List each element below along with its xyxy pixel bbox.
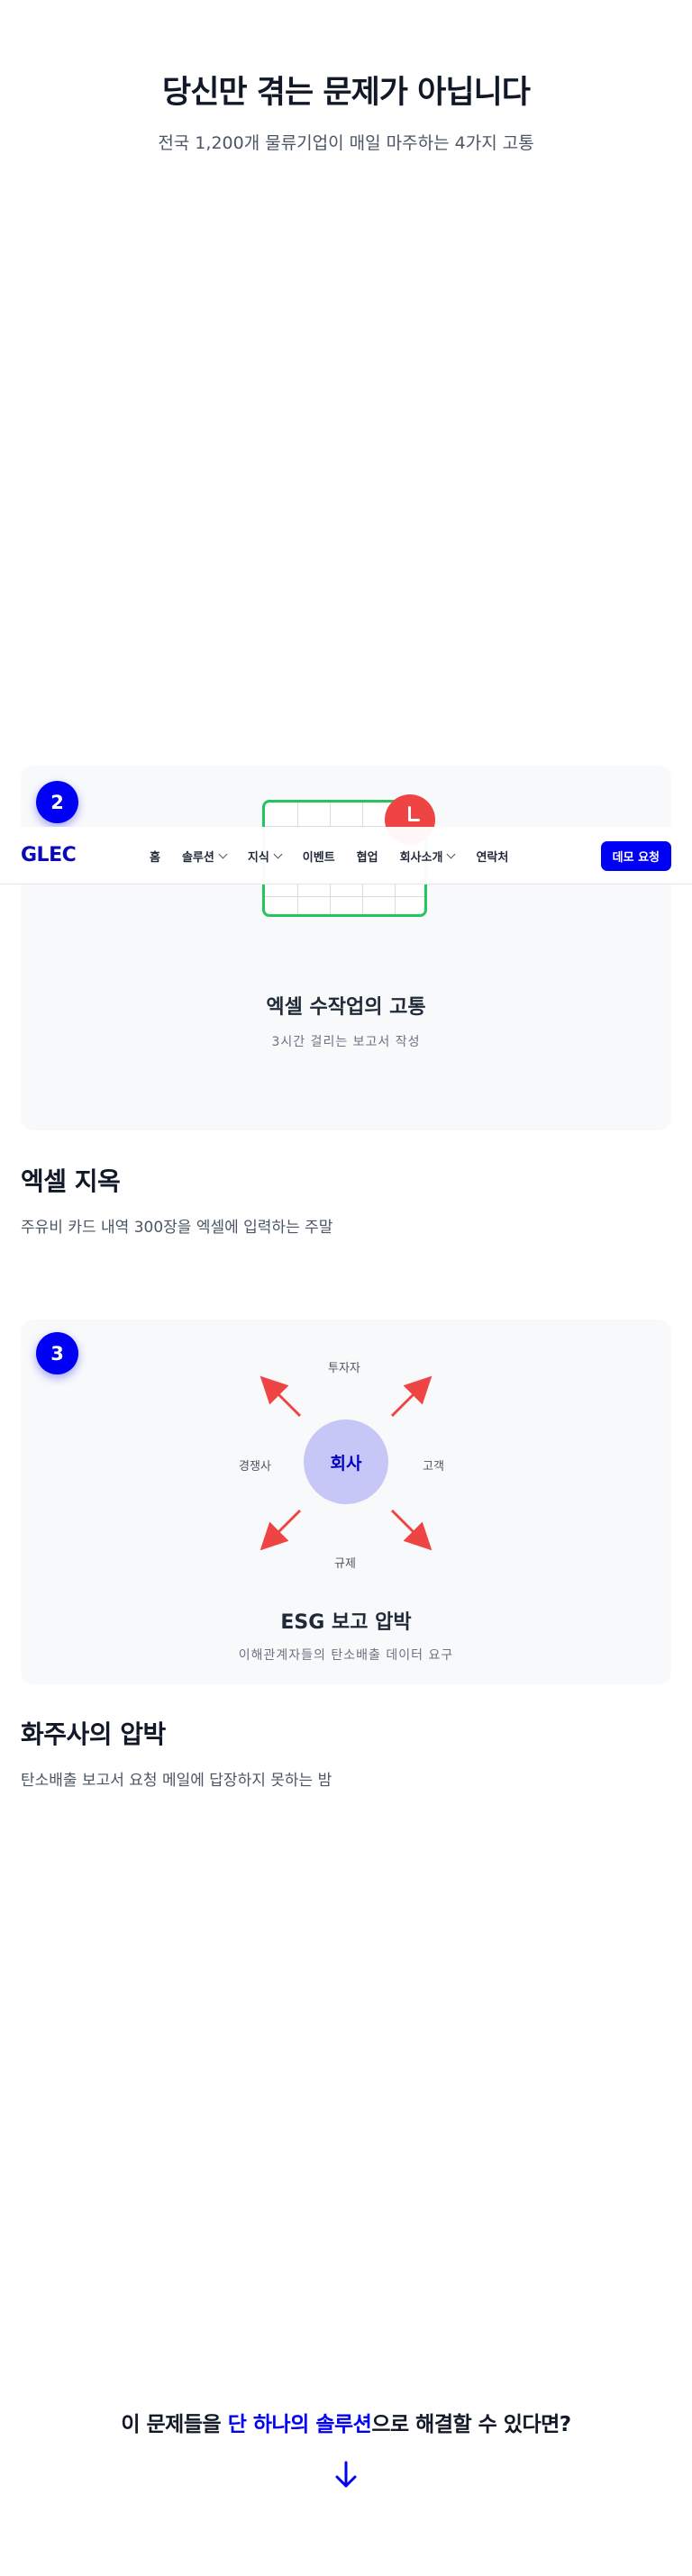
section-title-excel: 엑셀 지옥 xyxy=(21,1166,121,1196)
nav-label: 협업 xyxy=(356,850,378,865)
chevron-down-icon xyxy=(273,849,283,858)
node-investor: 투자자 xyxy=(328,1362,360,1375)
nav-label: 홈 xyxy=(150,850,160,865)
chevron-down-icon xyxy=(446,849,456,858)
nav-item-about[interactable]: 회사소개 xyxy=(399,848,456,865)
nav-item-partnership[interactable]: 협업 xyxy=(357,848,378,865)
card-number-badge: 2 xyxy=(36,781,78,823)
arrow-down-icon[interactable] xyxy=(330,2459,362,2491)
hero-title: 당신만 겪는 문제가 아닙니다 xyxy=(162,75,531,111)
nav-item-knowledge[interactable]: 지식 xyxy=(247,848,283,865)
arrow-bottom-right xyxy=(390,1509,432,1551)
nav-item-events[interactable]: 이벤트 xyxy=(303,848,335,865)
nav-label: 지식 xyxy=(247,850,269,865)
arrow-top-left xyxy=(260,1375,302,1418)
node-regulation: 규제 xyxy=(334,1557,356,1571)
chevron-down-icon xyxy=(218,849,228,858)
nav-label: 솔루션 xyxy=(181,850,214,865)
arrow-bottom-left xyxy=(260,1509,302,1551)
card-subtitle: 3시간 걸리는 보고서 작성 xyxy=(271,1035,421,1049)
problem-card-2: 2 엑셀 수작업의 고통 3시간 걸리는 보고서 작성 xyxy=(21,766,671,1130)
section-description-excel: 주유비 카드 내역 300장을 엑셀에 입력하는 주말 xyxy=(21,1219,333,1237)
nav-label: 연락처 xyxy=(476,850,509,865)
nav-label: 이벤트 xyxy=(302,850,335,865)
demo-request-button[interactable]: 데모 요청 xyxy=(600,841,671,871)
hero-subtitle: 전국 1,200개 물류기업이 매일 마주하는 4가지 고통 xyxy=(158,133,534,153)
section-title-shipper: 화주사의 압박 xyxy=(21,1719,166,1749)
nav-menu: 홈 솔루션 지식 이벤트 협업 회사소개 연락처 xyxy=(150,827,530,884)
cta-text-after: 으로 해결할 수 있다면? xyxy=(371,2413,571,2436)
node-customer: 고객 xyxy=(423,1460,444,1474)
nav-label: 회사소개 xyxy=(399,850,443,865)
cta-headline: 이 문제들을 단 하나의 솔루션으로 해결할 수 있다면? xyxy=(0,2407,692,2437)
company-circle: 회사 xyxy=(304,1420,388,1504)
card-subtitle: 이해관계자들의 탄소배출 데이터 요구 xyxy=(238,1648,454,1663)
problem-card-3: 3 투자자 경쟁사 고객 규제 회사 ESG 보고 압박 이해관계자들의 탄소배… xyxy=(21,1320,671,1684)
card-title: ESG 보고 압박 xyxy=(280,1611,412,1634)
node-competitor: 경쟁사 xyxy=(239,1460,271,1474)
section-description-shipper: 탄소배출 보고서 요청 메일에 답장하지 못하는 밤 xyxy=(21,1772,332,1790)
cta-highlight: 단 하나의 솔루션 xyxy=(227,2413,372,2436)
nav-item-solutions[interactable]: 솔루션 xyxy=(181,848,228,865)
card-title: 엑셀 수작업의 고통 xyxy=(266,996,426,1019)
logo-link[interactable]: GLEC xyxy=(21,844,77,866)
nav-item-home[interactable]: 홈 xyxy=(150,848,160,865)
nav-item-contact[interactable]: 연락처 xyxy=(476,848,508,865)
arrow-top-right xyxy=(390,1375,432,1418)
cta-text-before: 이 문제들을 xyxy=(121,2413,228,2436)
top-navbar: GLEC 홈 솔루션 지식 이벤트 협업 회사소개 연락처 데모 요청 xyxy=(0,827,692,884)
